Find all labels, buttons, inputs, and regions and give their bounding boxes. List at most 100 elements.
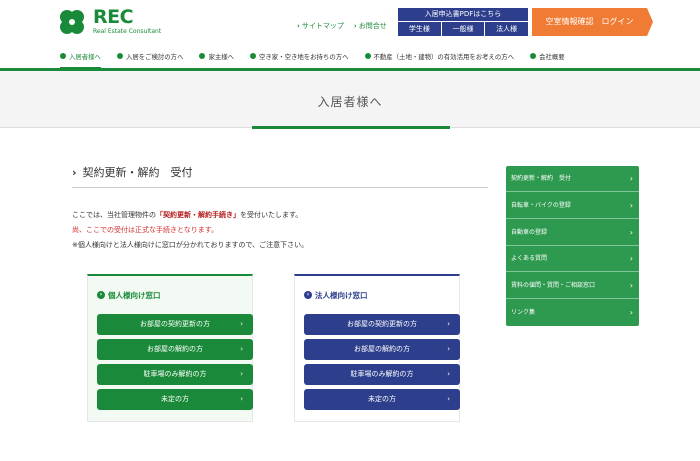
side-menu: 契約更新・解約 受付 › 自転車・バイクの登録 › 自動車の登録 › よくある質問 › … (506, 166, 639, 326)
intro-line-2: 尚、ここでの受付は正式な手続きとなります。 (72, 226, 219, 234)
site-header: REC Real Estate Consultant › サイトマップ › お問合せ… (0, 0, 700, 40)
header-links: › サイトマップ › お問合せ (297, 21, 387, 31)
hero-accent-bar (252, 126, 450, 129)
chevron-right-icon: › (629, 174, 633, 183)
section-title-text: 契約更新・解約 受付 (82, 166, 193, 179)
side-item-car[interactable]: 自動車の登録 › (506, 220, 639, 246)
chevron-right-icon: › (447, 320, 450, 328)
logo[interactable]: REC Real Estate Consultant (57, 6, 167, 38)
chevron-right-icon: › (447, 345, 450, 353)
sitemap-link[interactable]: › サイトマップ (297, 21, 344, 31)
button-label: 未定の方 (368, 395, 396, 403)
section-title: › 契約更新・解約 受付 (72, 164, 488, 188)
contact-link[interactable]: › お問合せ (354, 21, 387, 31)
personal-parking-cancel-button[interactable]: 駐車場のみ解約の方 › (97, 364, 253, 385)
side-item-faq[interactable]: よくある質問 › (506, 246, 639, 272)
bullet-icon (60, 53, 66, 59)
pdf-title: 入居申込書PDFはこちら (398, 8, 528, 21)
side-item-renewal[interactable]: 契約更新・解約 受付 › (506, 166, 639, 192)
pdf-corporate-button[interactable]: 法人様 (485, 22, 529, 36)
chevron-right-icon: › (629, 201, 633, 210)
chevron-right-icon: › (629, 281, 633, 290)
bullet-icon (250, 53, 257, 59)
side-item-label: リンク集 (511, 309, 536, 316)
button-label: お部屋の解約の方 (354, 345, 410, 353)
button-label: 駐車場のみ解約の方 (143, 370, 207, 378)
corporate-parking-cancel-button[interactable]: 駐車場のみ解約の方 › (304, 364, 460, 385)
arrow-right-icon: › (353, 22, 357, 30)
page-hero: 入居者様へ (0, 71, 700, 128)
chevron-right-icon: › (629, 254, 633, 263)
corporate-window-panel: › 法人様向け窓口 お部屋の契約更新の方 › お部屋の解約の方 › 駐車場のみ解約の方… (294, 274, 460, 422)
chevron-right-icon: › (240, 395, 243, 403)
panel-title: › 個人様向け窓口 (97, 290, 161, 301)
nav-label: 会社概要 (539, 53, 565, 61)
logo-text: REC (93, 6, 134, 28)
side-item-label: 自転車・バイクの登録 (511, 202, 571, 209)
corporate-cancel-button[interactable]: お部屋の解約の方 › (304, 339, 460, 360)
nav-item-company[interactable]: 会社概要 (530, 46, 565, 68)
personal-undecided-button[interactable]: 未定の方 › (97, 389, 253, 410)
personal-cancel-button[interactable]: お部屋の解約の方 › (97, 339, 253, 360)
side-item-links[interactable]: リンク集 › (506, 300, 639, 326)
intro-line-3: ※個人様向けと法人様向けに窓口が分かれておりますので、ご注意下さい。 (72, 241, 309, 249)
chevron-right-icon: › (447, 370, 450, 378)
nav-item-prospects[interactable]: 入居をご検討の方へ (116, 46, 184, 68)
panel-title-text: 個人様向け窓口 (108, 291, 161, 300)
chevron-right-icon: › (447, 395, 450, 403)
chevron-right-icon: › (240, 320, 243, 328)
vacancy-login-button[interactable]: 空室情報確認 ログイン (532, 8, 653, 36)
side-item-rent-consult[interactable]: 賃料の値問・質問・ご相談窓口 › (506, 273, 639, 299)
nav-label: 家主様へ (208, 53, 235, 61)
personal-renewal-button[interactable]: お部屋の契約更新の方 › (97, 314, 253, 335)
nav-item-tenants[interactable]: 入居者様へ (60, 46, 101, 69)
panel-title-text: 法人様向け窓口 (315, 291, 368, 300)
bullet-icon (116, 53, 123, 59)
pdf-student-button[interactable]: 学生様 (398, 22, 441, 36)
button-label: お部屋の契約更新の方 (140, 320, 210, 328)
chevron-right-icon: › (97, 291, 105, 299)
chevron-right-icon: › (240, 370, 243, 378)
corporate-renewal-button[interactable]: お部屋の契約更新の方 › (304, 314, 460, 335)
logo-subtitle: Real Estate Consultant (93, 28, 162, 35)
corporate-undecided-button[interactable]: 未定の方 › (304, 389, 460, 410)
nav-label: 空き家・空き地をお持ちの方へ (259, 53, 349, 61)
arrow-right-icon: › (297, 22, 300, 30)
button-label: 駐車場のみ解約の方 (350, 370, 414, 378)
chevron-right-icon: › (629, 308, 633, 317)
side-item-label: 賃料の値問・質問・ご相談窓口 (511, 282, 596, 289)
bullet-icon (530, 53, 537, 59)
clover-logo-icon (60, 10, 84, 34)
nav-label: 不動産（土地・建物）の有効活用をお考えの方へ (373, 53, 515, 61)
bullet-icon (364, 53, 371, 59)
contact-label: お問合せ (358, 22, 387, 30)
chevron-right-icon: › (304, 291, 312, 299)
nav-item-vacant-owners[interactable]: 空き家・空き地をお持ちの方へ (250, 46, 349, 68)
personal-window-panel: › 個人様向け窓口 お部屋の契約更新の方 › お部屋の解約の方 › 駐車場のみ解約の方… (87, 274, 253, 422)
button-label: お部屋の解約の方 (147, 345, 203, 353)
main-nav: 入居者様へ 入居をご検討の方へ 家主様へ 空き家・空き地をお持ちの方へ 不動産（… (0, 46, 700, 69)
chevron-right-icon: › (72, 166, 77, 179)
nav-item-utilization[interactable]: 不動産（土地・建物）の有効活用をお考えの方へ (364, 46, 515, 68)
side-item-label: 契約更新・解約 受付 (511, 175, 572, 182)
nav-item-landlords[interactable]: 家主様へ (199, 46, 234, 68)
button-label: お部屋の契約更新の方 (347, 320, 417, 328)
intro-suffix: を受付いたします。 (240, 211, 303, 219)
chevron-right-icon: › (240, 345, 243, 353)
sitemap-label: サイトマップ (301, 22, 344, 30)
pdf-general-button[interactable]: 一般様 (441, 22, 485, 36)
panel-title: › 法人様向け窓口 (304, 290, 368, 301)
chevron-right-icon: › (629, 228, 633, 237)
nav-label: 入居をご検討の方へ (125, 53, 184, 61)
intro-prefix: ここでは、当社管理物件の (72, 211, 156, 219)
bullet-icon (199, 53, 206, 59)
nav-label: 入居者様へ (69, 53, 101, 61)
side-item-bicycle[interactable]: 自転車・バイクの登録 › (506, 193, 639, 219)
button-label: 未定の方 (161, 395, 189, 403)
page-title: 入居者様へ (317, 95, 383, 109)
intro-line-1: ここでは、当社管理物件の「契約更新・解約手続き」を受付いたします。 (72, 208, 308, 223)
intro-highlight: 「契約更新・解約手続き」 (156, 211, 240, 219)
intro-text: ここでは、当社管理物件の「契約更新・解約手続き」を受付いたします。 尚、ここでの… (72, 208, 308, 253)
side-item-label: 自動車の登録 (511, 229, 548, 236)
application-pdf-box: 入居申込書PDFはこちら 学生様 一般様 法人様 (398, 8, 529, 36)
